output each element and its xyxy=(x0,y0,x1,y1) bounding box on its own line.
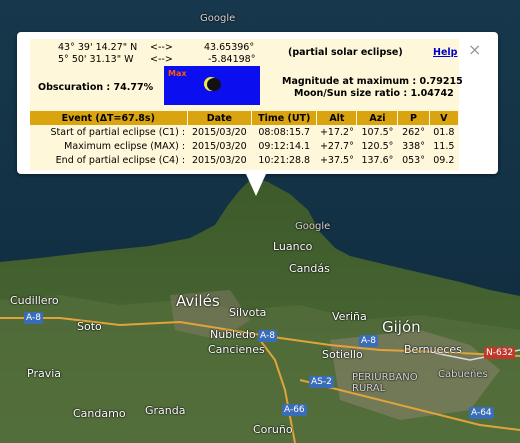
map-watermark: Google xyxy=(295,221,331,232)
place-label: Pravia xyxy=(27,367,62,380)
road-badge: A-8 xyxy=(258,330,277,342)
event-alt: +37.5° xyxy=(319,154,354,166)
place-label: Avilés xyxy=(176,292,220,310)
table-row: End of partial eclipse (C4) : 2015/03/20… xyxy=(30,153,459,167)
table-header-row: Event (ΔT=67.8s) Date Time (UT) Alt Azi … xyxy=(30,111,460,125)
column-header: Azi xyxy=(356,111,399,125)
event-name: End of partial eclipse (C4) : xyxy=(55,154,186,166)
longitude-dms: 5° 50' 31.13" W xyxy=(58,54,134,65)
road-badge: A-8 xyxy=(24,312,43,324)
place-label: Cudillero xyxy=(10,294,59,307)
event-p: 262° xyxy=(402,126,425,138)
column-header: P xyxy=(397,111,430,125)
latitude-dms: 43° 39' 14.27" N xyxy=(58,42,138,53)
latitude-decimal: 43.65396° xyxy=(204,42,255,53)
arrow: <--> xyxy=(150,42,173,53)
event-alt: +17.2° xyxy=(319,126,354,138)
table-row: Maximum eclipse (MAX) : 2015/03/20 09:12… xyxy=(30,139,459,153)
obscuration: Obscuration : 74.77% xyxy=(38,82,154,93)
place-label: Soto xyxy=(77,320,102,333)
close-icon[interactable]: × xyxy=(468,40,481,59)
event-azi: 120.5° xyxy=(361,140,394,152)
place-label: Veriña xyxy=(332,310,367,323)
table-row: Start of partial eclipse (C1) : 2015/03/… xyxy=(30,125,459,139)
place-label: PERIURBANO RURAL xyxy=(352,372,418,394)
place-label: Cancienes xyxy=(208,343,265,356)
event-date: 2015/03/20 xyxy=(191,126,247,138)
event-time: 09:12:14.1 xyxy=(258,140,311,152)
eclipse-type: (partial solar eclipse) xyxy=(288,47,403,58)
place-label: Gijón xyxy=(382,318,421,336)
place-label: Candamo xyxy=(73,407,126,420)
event-name: Maximum eclipse (MAX) : xyxy=(64,140,186,152)
event-p: 053° xyxy=(402,154,425,166)
event-date: 2015/03/20 xyxy=(191,140,247,152)
place-label: Nubledo xyxy=(210,328,256,341)
event-v: 11.5 xyxy=(433,140,455,152)
road-badge: N-632 xyxy=(484,347,516,359)
event-azi: 137.6° xyxy=(361,154,394,166)
event-name: Start of partial eclipse (C1) : xyxy=(50,126,186,138)
column-header: V xyxy=(429,111,460,125)
place-label: Luanco xyxy=(273,240,313,253)
event-v: 01.8 xyxy=(433,126,455,138)
max-eclipse-image: Max xyxy=(164,66,260,105)
event-time: 08:08:15.7 xyxy=(258,126,311,138)
moon-icon xyxy=(207,78,221,91)
event-v: 09.2 xyxy=(433,154,455,166)
road-badge: A-66 xyxy=(282,404,307,416)
eclipse-info-panel: 43° 39' 14.27" N <--> 43.65396° 5° 50' 3… xyxy=(30,39,463,170)
longitude-decimal: -5.84198° xyxy=(208,54,256,65)
column-header: Event (ΔT=67.8s) xyxy=(30,111,188,125)
place-label: Coruño xyxy=(253,423,293,436)
arrow: <--> xyxy=(150,54,173,65)
column-header: Date xyxy=(187,111,253,125)
events-table: Event (ΔT=67.8s) Date Time (UT) Alt Azi … xyxy=(30,111,460,167)
road-badge: A-8 xyxy=(359,335,378,347)
help-link[interactable]: Help xyxy=(433,47,457,58)
place-label: Silvota xyxy=(229,306,267,319)
road-badge: A-64 xyxy=(469,407,494,419)
column-header: Alt xyxy=(316,111,358,125)
road-badge: AS-2 xyxy=(309,376,334,388)
popup-pointer xyxy=(246,174,266,196)
map-watermark: Google xyxy=(200,13,236,24)
place-label: Granda xyxy=(145,404,186,417)
place-label: Cabueñes xyxy=(438,369,488,380)
place-label: Bernueces xyxy=(404,343,462,356)
event-alt: +27.7° xyxy=(319,140,354,152)
event-azi: 107.5° xyxy=(361,126,394,138)
max-label: Max xyxy=(168,69,187,78)
place-label: Candás xyxy=(289,262,330,275)
size-ratio: Moon/Sun size ratio : 1.04742 xyxy=(294,88,454,99)
event-time: 10:21:28.8 xyxy=(258,154,311,166)
column-header: Time (UT) xyxy=(251,111,318,125)
event-date: 2015/03/20 xyxy=(191,154,247,166)
place-label: Sotiello xyxy=(322,348,363,361)
event-p: 338° xyxy=(402,140,425,152)
magnitude: Magnitude at maximum : 0.79215 xyxy=(282,76,463,87)
